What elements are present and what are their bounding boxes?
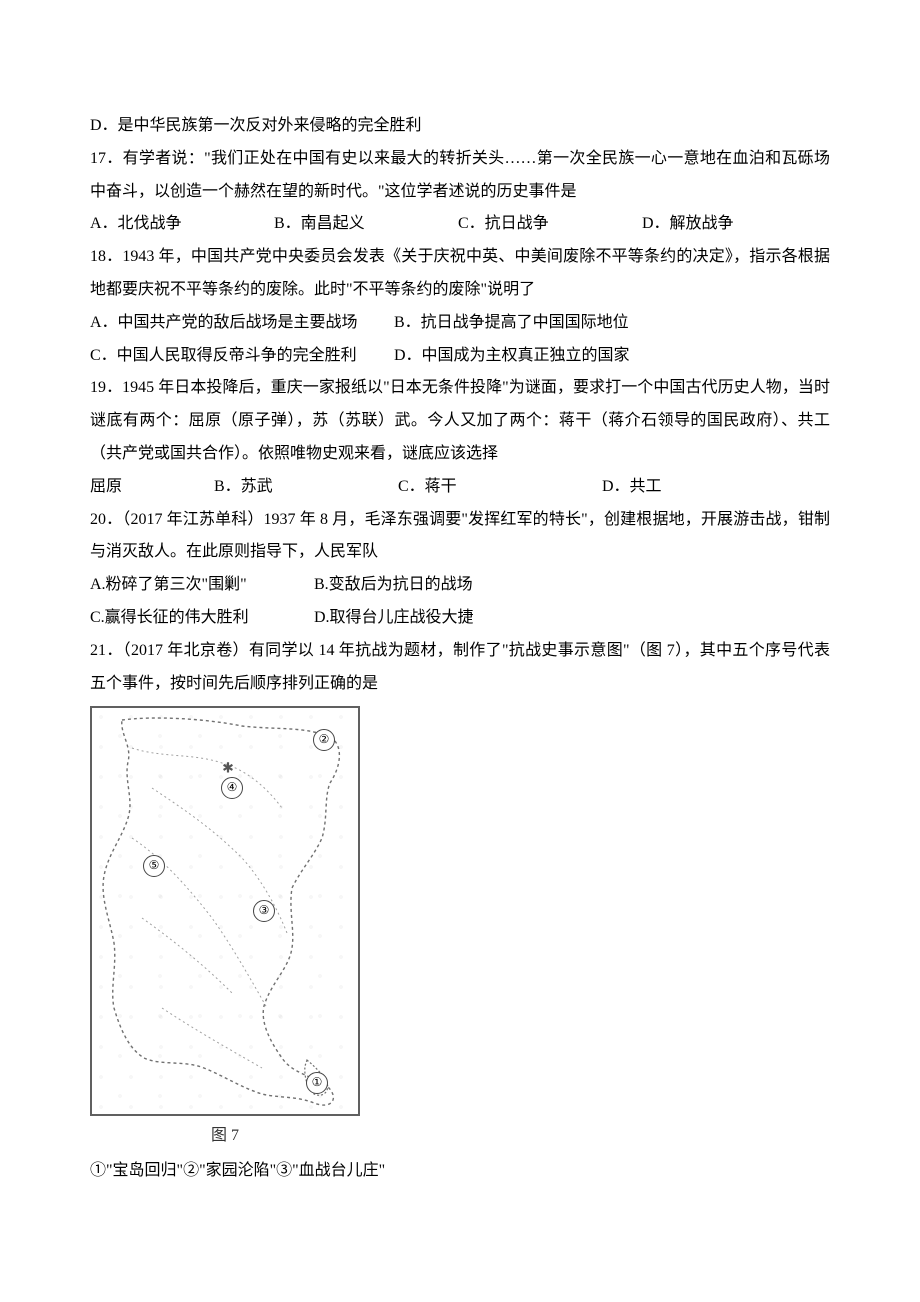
q18-option-b: B．抗日战争提高了中国国际地位 bbox=[394, 307, 629, 340]
q17-option-d: D．解放战争 bbox=[642, 208, 734, 241]
q21-stem: 21．（2017 年北京卷）有同学以 14 年抗战为题材，制作了"抗战史事示意图… bbox=[90, 635, 830, 701]
map-marker-1: ① bbox=[306, 1072, 328, 1094]
q21-legend: ①"宝岛回归"②"家园沦陷"③"血战台儿庄" bbox=[90, 1155, 830, 1188]
exam-page: D．是中华民族第一次反对外来侵略的完全胜利 17．有学者说："我们正处在中国有史… bbox=[0, 0, 920, 1302]
q19-option-a: 屈原 bbox=[90, 471, 210, 504]
q20-option-d: D.取得台儿庄战役大捷 bbox=[314, 602, 474, 635]
map-marker-2: ② bbox=[313, 729, 335, 751]
q19-option-b: B．苏武 bbox=[214, 471, 394, 504]
map-marker-3: ③ bbox=[253, 900, 275, 922]
q17-option-c: C．抗日战争 bbox=[458, 208, 638, 241]
q20-options-row1: A.粉碎了第三次"围剿" B.变敌后为抗日的战场 bbox=[90, 569, 830, 602]
q19-stem: 19．1945 年日本投降后，重庆一家报纸以"日本无条件投降"为谜面，要求打一个… bbox=[90, 372, 830, 470]
q19-option-d: D．共工 bbox=[602, 471, 662, 504]
q18-option-c: C．中国人民取得反帝斗争的完全胜利 bbox=[90, 340, 390, 373]
q20-options-row2: C.赢得长征的伟大胜利 D.取得台儿庄战役大捷 bbox=[90, 602, 830, 635]
q18-option-a: A．中国共产党的敌后战场是主要战场 bbox=[90, 307, 390, 340]
china-map-outline: ✱ ① ② ③ ④ ⑤ bbox=[90, 706, 360, 1116]
q19-options: 屈原 B．苏武 C．蒋干 D．共工 bbox=[90, 471, 830, 504]
q16-option-d: D．是中华民族第一次反对外来侵略的完全胜利 bbox=[90, 110, 830, 143]
q17-stem: 17．有学者说："我们正处在中国有史以来最大的转折关头……第一次全民族一心一意地… bbox=[90, 143, 830, 209]
q21-figure: ✱ ① ② ③ ④ ⑤ 图 7 bbox=[90, 706, 830, 1153]
q17-options: A．北伐战争 B．南昌起义 C．抗日战争 D．解放战争 bbox=[90, 208, 830, 241]
q17-option-b: B．南昌起义 bbox=[274, 208, 454, 241]
q20-option-b: B.变敌后为抗日的战场 bbox=[314, 569, 473, 602]
q17-option-a: A．北伐战争 bbox=[90, 208, 270, 241]
q19-option-c: C．蒋干 bbox=[398, 471, 598, 504]
q18-options-row1: A．中国共产党的敌后战场是主要战场 B．抗日战争提高了中国国际地位 bbox=[90, 307, 830, 340]
q18-option-d: D．中国成为主权真正独立的国家 bbox=[394, 340, 630, 373]
map-marker-5: ⑤ bbox=[143, 855, 165, 877]
q20-stem: 20．（2017 年江苏单科）1937 年 8 月，毛泽东强调要"发挥红军的特长… bbox=[90, 504, 830, 570]
q20-option-a: A.粉碎了第三次"围剿" bbox=[90, 569, 310, 602]
figure-caption: 图 7 bbox=[90, 1120, 360, 1153]
map-marker-4: ④ bbox=[221, 777, 243, 799]
q18-options-row2: C．中国人民取得反帝斗争的完全胜利 D．中国成为主权真正独立的国家 bbox=[90, 340, 830, 373]
q20-option-c: C.赢得长征的伟大胜利 bbox=[90, 602, 310, 635]
q18-stem: 18．1943 年，中国共产党中央委员会发表《关于庆祝中英、中美间废除不平等条约… bbox=[90, 241, 830, 307]
